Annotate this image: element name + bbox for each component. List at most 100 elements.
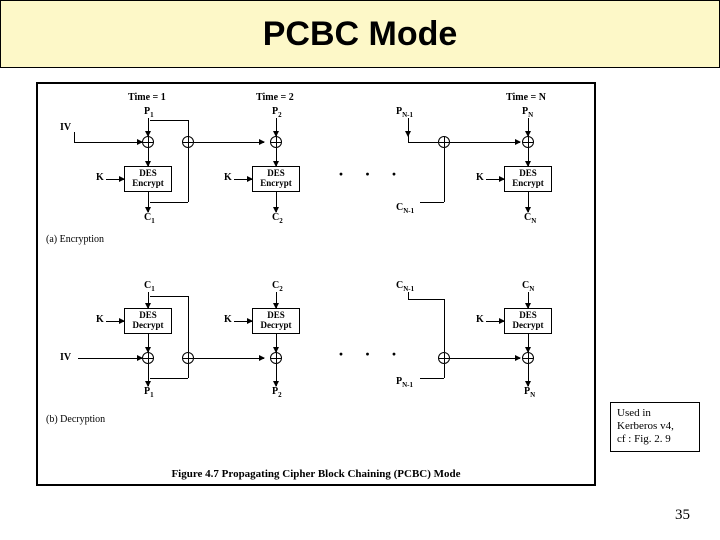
line [528, 364, 529, 386]
line [528, 192, 529, 212]
ellipsis: · · · [338, 344, 405, 365]
line [148, 334, 149, 352]
slide-number: 35 [675, 507, 690, 524]
des-decrypt-box: DESDecrypt [504, 308, 552, 334]
line [444, 364, 445, 378]
cn1-dec-label: CN-1 [396, 280, 414, 293]
line [408, 118, 409, 136]
line [276, 118, 277, 136]
line [528, 148, 529, 166]
line [234, 179, 252, 180]
line [194, 358, 264, 359]
des-decrypt-box: DESDecrypt [124, 308, 172, 334]
pn-dec-label: PN [524, 386, 535, 399]
cn-label: CN [524, 212, 536, 225]
line [148, 148, 149, 166]
line [528, 118, 529, 136]
line [276, 192, 277, 212]
line [188, 148, 189, 202]
note-line: Used in [617, 407, 693, 420]
line [528, 292, 529, 308]
des-encrypt-box: DESEncrypt [252, 166, 300, 192]
ellipsis: · · · [338, 164, 405, 185]
line [188, 296, 189, 352]
line [150, 296, 188, 297]
time-n-label: Time = N [506, 92, 546, 103]
line [194, 142, 264, 143]
line [408, 142, 438, 143]
line [420, 202, 444, 203]
c2-label: C2 [272, 212, 283, 225]
xor-icon [270, 136, 282, 148]
p2-dec-label: P2 [272, 386, 282, 399]
line [188, 364, 189, 378]
line [276, 364, 277, 386]
xor-icon [270, 352, 282, 364]
k-label: K [96, 172, 104, 183]
des-encrypt-box: DESEncrypt [124, 166, 172, 192]
line [148, 118, 149, 136]
k-label: K [476, 314, 484, 325]
line [420, 378, 444, 379]
line [408, 292, 409, 299]
line [450, 358, 520, 359]
line [74, 132, 75, 143]
c2-dec-label: C2 [272, 280, 283, 293]
line [106, 321, 124, 322]
line [150, 378, 188, 379]
line [408, 136, 409, 143]
time-1-label: Time = 1 [128, 92, 166, 103]
time-2-label: Time = 2 [256, 92, 294, 103]
line [276, 334, 277, 352]
diagram: Time = 1 Time = 2 Time = N P1 P2 PN-1 PN… [38, 84, 594, 484]
xor-icon [182, 352, 194, 364]
xor-icon [182, 136, 194, 148]
c1-label: C1 [144, 212, 155, 225]
line [276, 148, 277, 166]
diagram-frame: Time = 1 Time = 2 Time = N P1 P2 PN-1 PN… [36, 82, 596, 486]
line [444, 299, 445, 352]
cn1-label: CN-1 [396, 202, 414, 215]
figure-caption: Figure 4.7 Propagating Cipher Block Chai… [38, 468, 594, 480]
pn1-label: PN-1 [396, 106, 413, 119]
line [408, 299, 444, 300]
note-box: Used in Kerberos v4, cf : Fig. 2. 9 [610, 402, 700, 452]
des-decrypt-box: DESDecrypt [252, 308, 300, 334]
line [528, 334, 529, 352]
line [486, 179, 504, 180]
line [74, 142, 142, 143]
xor-icon [142, 352, 154, 364]
line [276, 292, 277, 308]
xor-icon [438, 352, 450, 364]
k-label: K [224, 172, 232, 183]
line [148, 364, 149, 386]
xor-icon [522, 136, 534, 148]
line [106, 179, 124, 180]
line [444, 148, 445, 202]
c1-dec-label: C1 [144, 280, 155, 293]
iv-dec-label: IV [60, 352, 71, 363]
xor-icon [438, 136, 450, 148]
k-label: K [224, 314, 232, 325]
iv-enc-label: IV [60, 122, 71, 133]
pn1-dec-label: PN-1 [396, 376, 413, 389]
line [78, 358, 142, 359]
line [450, 142, 520, 143]
note-line: cf : Fig. 2. 9 [617, 433, 693, 446]
enc-section-label: (a) Encryption [46, 234, 104, 245]
line [486, 321, 504, 322]
k-label: K [96, 314, 104, 325]
line [148, 192, 149, 212]
line [234, 321, 252, 322]
line [148, 292, 149, 308]
k-label: K [476, 172, 484, 183]
xor-icon [142, 136, 154, 148]
p1-dec-label: P1 [144, 386, 154, 399]
dec-section-label: (b) Decryption [46, 414, 105, 425]
title-bar: PCBC Mode [0, 0, 720, 68]
line [150, 120, 188, 121]
xor-icon [522, 352, 534, 364]
line [150, 202, 188, 203]
des-encrypt-box: DESEncrypt [504, 166, 552, 192]
slide-title: PCBC Mode [263, 15, 458, 54]
